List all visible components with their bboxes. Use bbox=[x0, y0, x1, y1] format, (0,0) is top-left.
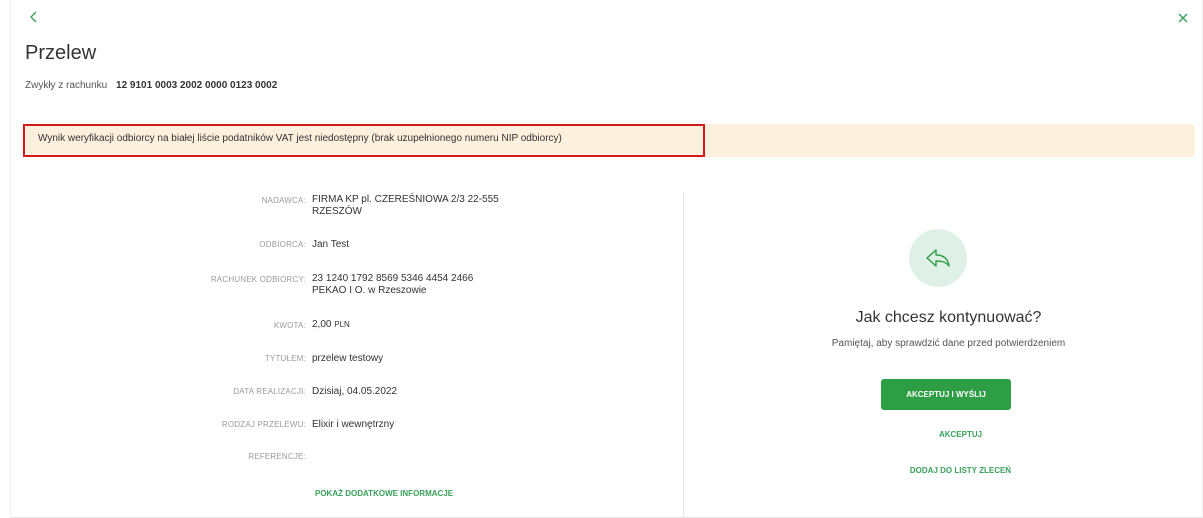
close-button[interactable] bbox=[1174, 10, 1192, 28]
amount-number: 2,00 bbox=[312, 319, 332, 330]
show-more-info-link[interactable]: POKAŻ DODATKOWE INFORMACJE bbox=[315, 489, 453, 498]
sender-value: FIRMA KP pl. CZEREŚNIOWA 2/3 22-555 RZES… bbox=[312, 194, 499, 218]
sender-line-2: RZESZÓW bbox=[312, 206, 362, 217]
title-value: przelew testowy bbox=[312, 353, 384, 364]
recipient-account-value: 23 1240 1792 8569 5346 4454 2466 PEKAO I… bbox=[312, 273, 473, 297]
references-label: REFERENCJE: bbox=[248, 452, 306, 461]
account-prefix: Zwykły z rachunku bbox=[25, 80, 108, 91]
recipient-account-number: 23 1240 1792 8569 5346 4454 2466 bbox=[312, 273, 474, 284]
page-title: Przelew bbox=[25, 42, 97, 64]
add-to-orders-list-link[interactable]: DODAJ DO LISTY ZLECEŃ bbox=[683, 466, 1203, 475]
transfer-type-value: Elixir i wewnętrzny bbox=[312, 419, 395, 430]
close-icon bbox=[1178, 13, 1188, 23]
transfer-type-label: RODZAJ PRZELEWU: bbox=[221, 420, 306, 429]
amount-value: 2,00 PLN bbox=[312, 319, 350, 331]
account-number: 12 9101 0003 2002 0000 0123 0002 bbox=[116, 80, 278, 91]
reply-icon-circle bbox=[909, 229, 967, 287]
recipient-bank: PEKAO I O. w Rzeszowie bbox=[312, 285, 427, 296]
amount-currency: PLN bbox=[334, 320, 350, 329]
amount-label: KWOTA: bbox=[273, 321, 306, 330]
chevron-left-icon bbox=[30, 11, 37, 23]
source-account-line: Zwykły z rachunku 12 9101 0003 2002 0000… bbox=[25, 80, 277, 91]
alert-text: Wynik weryfikacji odbiorcy na białej liś… bbox=[38, 133, 562, 144]
verify-reminder: Pamiętaj, aby sprawdzić dane przed potwi… bbox=[831, 338, 1066, 349]
date-label: DATA REALIZACJI: bbox=[233, 387, 306, 396]
sender-line-1: FIRMA KP pl. CZEREŚNIOWA 2/3 22-555 bbox=[312, 194, 499, 205]
transfer-panel: Przelew Zwykły z rachunku 12 9101 0003 2… bbox=[10, 0, 1203, 518]
continue-question: Jak chcesz kontynuować? bbox=[855, 309, 1042, 326]
accept-link[interactable]: AKCEPTUJ bbox=[683, 430, 1203, 439]
recipient-label: ODBIORCA: bbox=[259, 240, 306, 249]
sender-label: NADAWCA: bbox=[261, 196, 306, 205]
accept-and-send-button[interactable]: AKCEPTUJ I WYŚLIJ bbox=[881, 379, 1011, 410]
reply-arrow-icon bbox=[926, 249, 950, 267]
title-label: TYTUŁEM: bbox=[264, 354, 306, 363]
date-value: Dzisiaj, 04.05.2022 bbox=[312, 386, 398, 397]
recipient-account-label: RACHUNEK ODBIORCY: bbox=[210, 275, 306, 284]
back-button[interactable] bbox=[25, 10, 43, 28]
recipient-value: Jan Test bbox=[312, 239, 350, 250]
